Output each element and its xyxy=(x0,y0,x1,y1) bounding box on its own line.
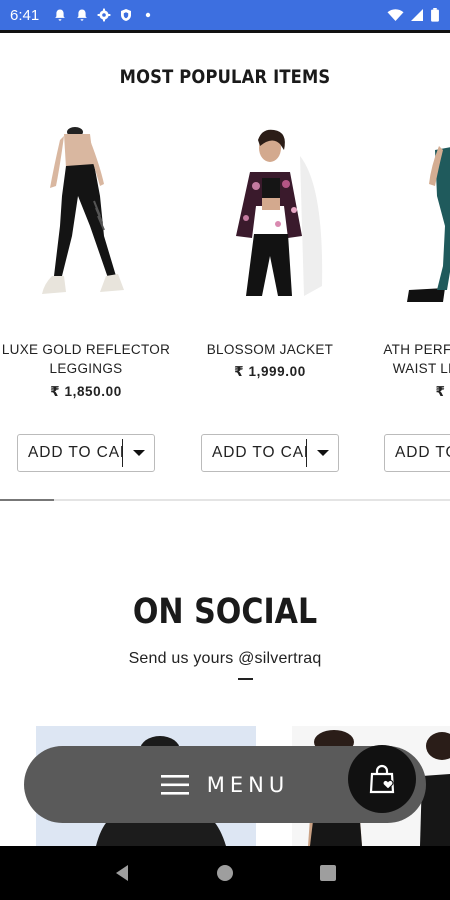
product-carousel[interactable]: LUXE GOLD REFLECTOR LEGGINGS ₹ 1,850.00 … xyxy=(0,118,450,488)
battery-icon xyxy=(431,8,439,22)
add-to-cart-button[interactable]: ADD TO CART xyxy=(18,444,122,462)
popular-section-title: MOST POPULAR ITEMS xyxy=(119,66,331,88)
recents-icon xyxy=(320,865,337,881)
notification-bell-icon xyxy=(55,9,66,21)
carousel-scrollbar[interactable] xyxy=(0,499,450,501)
recents-button[interactable] xyxy=(308,853,348,893)
product-card[interactable]: BLOSSOM JACKET ₹ 1,999.00 ADD TO CART xyxy=(184,118,356,488)
header-edge xyxy=(0,30,450,33)
add-to-cart-button[interactable]: ADD TO CART xyxy=(202,444,306,462)
shield-icon xyxy=(121,9,132,21)
social-underline xyxy=(238,678,253,680)
add-to-cart-select[interactable]: ADD TO CART xyxy=(384,434,450,472)
status-time: 6:41 xyxy=(10,6,40,24)
product-name[interactable]: LUXE GOLD REFLECTOR LEGGINGS xyxy=(0,340,172,378)
system-nav-bar xyxy=(0,846,450,900)
product-name[interactable]: ATH PERFORMANCE WAIST LEGGINGS xyxy=(367,340,450,378)
wifi-icon xyxy=(387,9,404,21)
shopping-bag-heart-icon xyxy=(369,764,395,794)
dot-icon xyxy=(146,12,151,18)
dropdown-arrow-icon[interactable] xyxy=(307,449,338,457)
add-to-cart-button[interactable]: ADD TO CART xyxy=(385,444,450,462)
notification-bell-icon xyxy=(77,9,88,21)
carousel-scroll-thumb[interactable] xyxy=(0,499,54,501)
back-icon xyxy=(115,865,128,881)
product-card[interactable]: LUXE GOLD REFLECTOR LEGGINGS ₹ 1,850.00 … xyxy=(0,118,172,488)
status-notification-icons xyxy=(53,8,155,22)
cellular-signal-icon xyxy=(411,9,423,21)
menu-label: MENU xyxy=(206,772,290,797)
product-image-jacket[interactable] xyxy=(204,126,336,306)
product-image-teal-leggings[interactable] xyxy=(387,126,450,306)
product-price: ₹ 1,850.00 xyxy=(50,384,122,399)
product-image-leggings[interactable] xyxy=(20,126,152,306)
product-price: ₹ 1,999.00 xyxy=(234,364,306,379)
home-icon xyxy=(216,865,233,881)
product-name[interactable]: BLOSSOM JACKET xyxy=(184,340,356,359)
settings-gear-icon xyxy=(97,8,111,22)
status-system-icons xyxy=(387,8,440,22)
cart-button[interactable] xyxy=(348,745,416,813)
social-subtitle: Send us yours @silvertraq xyxy=(128,650,322,667)
add-to-cart-select[interactable]: ADD TO CART xyxy=(17,434,155,472)
back-button[interactable] xyxy=(102,853,142,893)
dropdown-arrow-icon[interactable] xyxy=(123,449,154,457)
hamburger-icon xyxy=(160,774,189,795)
social-section-title: ON SOCIAL xyxy=(132,592,318,632)
app-screen: 6:41 MOST POPULAR ITEMS LUXE GOLD REFLEC… xyxy=(0,0,450,900)
product-price: ₹ 1,6 xyxy=(435,384,450,399)
product-card[interactable]: ATH PERFORMANCE WAIST LEGGINGS ₹ 1,6 ADD… xyxy=(367,118,450,488)
home-button[interactable] xyxy=(205,853,245,893)
add-to-cart-select[interactable]: ADD TO CART xyxy=(201,434,339,472)
status-bar: 6:41 xyxy=(0,0,450,30)
